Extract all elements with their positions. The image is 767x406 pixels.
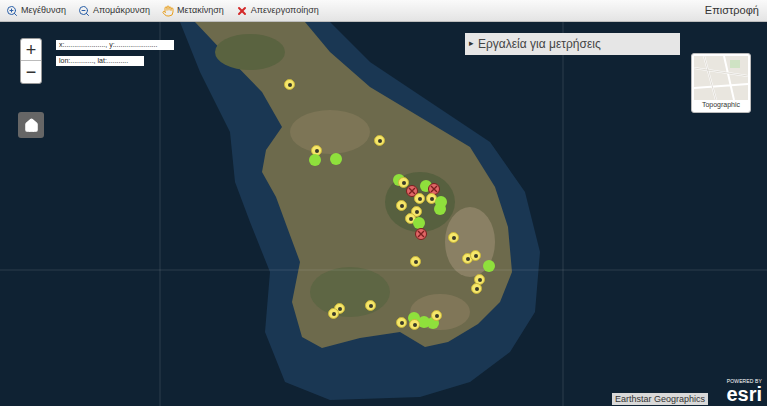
- basemap-toggle[interactable]: Topographic: [691, 53, 751, 113]
- pin-center: [400, 321, 404, 325]
- app: Μεγέθυνση Απομάκρυνση Μετακίνηση Απενεργοπο…: [0, 0, 767, 406]
- home-icon: [24, 118, 39, 133]
- point-pin[interactable]: [470, 250, 481, 261]
- zoom-out-button[interactable]: −: [21, 61, 41, 83]
- pin-center: [414, 260, 418, 264]
- basemap-label: Topographic: [702, 100, 740, 109]
- pin-center: [332, 312, 336, 316]
- point-pin[interactable]: [410, 256, 421, 267]
- toolbar-button[interactable]: Μεγέθυνση: [6, 4, 66, 18]
- pin-center: [369, 304, 373, 308]
- cross-icon: [417, 230, 425, 238]
- toolbar-label: Απομάκρυνση: [93, 4, 150, 18]
- coords-xy: x:....................., y:.............…: [56, 40, 174, 50]
- site-pin[interactable]: [309, 154, 321, 166]
- zoom-out-icon: [78, 5, 90, 17]
- pin-center: [415, 210, 419, 214]
- pin-center: [474, 254, 478, 258]
- pin-center: [452, 236, 456, 240]
- coords-lonlat: lon:............, lat:...........: [56, 56, 144, 66]
- pin-center: [315, 149, 319, 153]
- pin-center: [402, 181, 406, 185]
- point-pin[interactable]: [396, 317, 407, 328]
- zoom-control: +−: [20, 38, 42, 84]
- cross-icon: [430, 185, 438, 193]
- hand-icon: [162, 5, 174, 17]
- point-pin[interactable]: [431, 310, 442, 321]
- pin-center: [400, 204, 404, 208]
- back-button[interactable]: Επιστροφή: [705, 2, 761, 19]
- point-pin[interactable]: [365, 300, 376, 311]
- pin-center: [413, 323, 417, 327]
- map[interactable]: +− x:....................., y:...........…: [0, 22, 767, 406]
- point-pin[interactable]: [409, 319, 420, 330]
- toolbar-label: Μεγέθυνση: [21, 4, 66, 18]
- pin-center: [409, 217, 413, 221]
- toolbar-button[interactable]: Απομάκρυνση: [78, 4, 150, 18]
- toolbar-label: Απενεργοποίηση: [251, 4, 319, 18]
- point-pin[interactable]: [374, 135, 385, 146]
- point-pin[interactable]: [328, 308, 339, 319]
- pin-center: [378, 139, 382, 143]
- pin-center: [435, 314, 439, 318]
- measure-tools-label: Εργαλεία για μετρήσεις: [478, 35, 601, 53]
- expand-icon: ▸: [469, 37, 474, 51]
- pin-center: [466, 257, 470, 261]
- point-pin[interactable]: [471, 283, 482, 294]
- home-button[interactable]: [18, 112, 44, 138]
- pin-center: [475, 287, 479, 291]
- close-icon: [236, 5, 248, 17]
- measure-tools-panel[interactable]: ▸ Εργαλεία για μετρήσεις: [465, 33, 680, 55]
- zoom-in-icon: [6, 5, 18, 17]
- pin-center: [430, 197, 434, 201]
- site-pin[interactable]: [434, 203, 446, 215]
- basemap-thumbnail-icon: [694, 56, 748, 100]
- point-pin[interactable]: [414, 193, 425, 204]
- pin-center: [288, 83, 292, 87]
- attribution: Earthstar Geographics: [612, 393, 708, 405]
- site-pin[interactable]: [483, 260, 495, 272]
- site-pin[interactable]: [330, 153, 342, 165]
- esri-logo: POWERED BYesri: [726, 379, 762, 404]
- toolbar-button[interactable]: Απενεργοποίηση: [236, 4, 319, 18]
- point-pin[interactable]: [284, 79, 295, 90]
- toolbar-button[interactable]: Μετακίνηση: [162, 4, 224, 18]
- point-pin[interactable]: [396, 200, 407, 211]
- point-pin[interactable]: [448, 232, 459, 243]
- toolbar-label: Μετακίνηση: [177, 4, 224, 18]
- zoom-in-button[interactable]: +: [21, 39, 41, 61]
- island-map: [0, 22, 767, 406]
- toolbar-items: Μεγέθυνση Απομάκρυνση Μετακίνηση Απενεργοπο…: [6, 4, 319, 18]
- pin-center: [418, 197, 422, 201]
- pin-center: [478, 278, 482, 282]
- toolbar: Μεγέθυνση Απομάκρυνση Μετακίνηση Απενεργοπο…: [0, 0, 767, 22]
- closed-pin[interactable]: [415, 228, 427, 240]
- esri-brand: esri: [726, 384, 762, 404]
